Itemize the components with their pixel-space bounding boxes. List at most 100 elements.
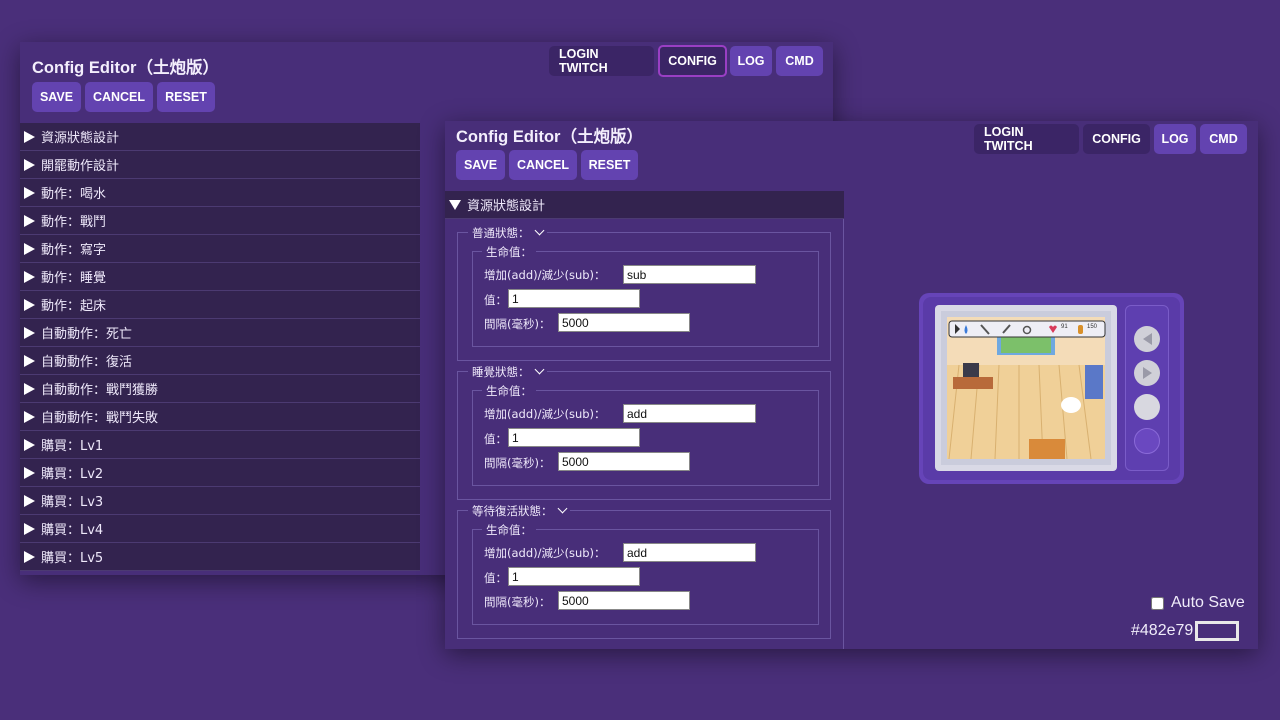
section-header[interactable]: 購買：Lv4	[20, 515, 420, 543]
interval-input[interactable]	[558, 313, 690, 332]
value-label: 值：	[484, 432, 507, 446]
section-label: 自動動作：戰鬥獲勝	[41, 383, 159, 398]
triangle-right-icon	[24, 214, 35, 227]
state-panel: 普通狀態： 生命值： 增加(add)/減少(sub)： 值： 間隔(毫秒)：	[457, 225, 831, 361]
save-button[interactable]: SAVE	[32, 82, 81, 112]
section-header[interactable]: 動作：喝水	[20, 179, 420, 207]
triangle-right-icon	[24, 550, 35, 563]
triangle-right-icon	[24, 130, 35, 143]
stat-group: 生命值： 增加(add)/減少(sub)： 值： 間隔(毫秒)：	[472, 244, 819, 347]
state-name: 普通狀態：	[472, 226, 530, 240]
section-label: 開罷動作設計	[41, 159, 120, 174]
triangle-right-icon	[24, 466, 35, 479]
config-tab-button[interactable]: CONFIG	[658, 45, 727, 77]
chevron-down-icon[interactable]	[557, 503, 567, 513]
stat-group: 生命值： 增加(add)/減少(sub)： 值： 間隔(毫秒)：	[472, 383, 819, 486]
section-label: 自動動作：復活	[41, 355, 133, 370]
log-tab-button[interactable]: LOG	[1154, 124, 1196, 154]
interval-label: 間隔(毫秒)：	[484, 317, 551, 331]
op-label: 增加(add)/減少(sub)：	[484, 546, 606, 560]
coin-count: 150	[1087, 324, 1098, 330]
section-header[interactable]: 動作：起床	[20, 291, 420, 319]
chevron-down-icon[interactable]	[534, 364, 544, 374]
section-header[interactable]: 購買：Lv5	[20, 543, 420, 571]
color-swatch[interactable]	[1195, 621, 1240, 641]
stat-group-name: 生命值：	[482, 244, 536, 260]
section-header[interactable]: 自動動作：死亡	[20, 319, 420, 347]
section-label: 資源狀態設計	[41, 131, 120, 146]
triangle-right-icon	[24, 410, 35, 423]
section-header[interactable]: 資源狀態設計	[20, 123, 420, 151]
triangle-right-icon	[24, 298, 35, 311]
value-label: 值：	[484, 571, 507, 585]
op-input[interactable]	[623, 543, 756, 562]
value-input[interactable]	[508, 567, 640, 586]
section-header[interactable]: 動作：戰鬥	[20, 207, 420, 235]
auto-save-checkbox[interactable]	[1151, 596, 1164, 610]
save-button[interactable]: SAVE	[456, 150, 505, 180]
cancel-button[interactable]: CANCEL	[509, 150, 577, 180]
section-header[interactable]: 自動動作：戰鬥失敗	[20, 403, 420, 431]
stat-group-name: 生命值：	[482, 522, 536, 538]
state-legend[interactable]: 睡覺狀態：	[468, 364, 547, 380]
section-header[interactable]: 自動動作：復活	[20, 347, 420, 375]
section-label: 資源狀態設計	[467, 199, 546, 214]
value-input[interactable]	[508, 428, 640, 447]
reset-button[interactable]: RESET	[157, 82, 215, 112]
op-input[interactable]	[623, 404, 756, 423]
triangle-right-icon	[1142, 367, 1152, 379]
reset-button[interactable]: RESET	[581, 150, 638, 180]
value-label: 值：	[484, 293, 507, 307]
cancel-button[interactable]: CANCEL	[85, 82, 153, 112]
section-header[interactable]: 動作：寫字	[20, 235, 420, 263]
action-button[interactable]	[1134, 394, 1160, 420]
section-label: 動作：睡覺	[41, 271, 107, 286]
chevron-down-icon[interactable]	[534, 225, 544, 235]
section-header[interactable]: 自動動作：戰鬥獲勝	[20, 375, 420, 403]
triangle-down-icon	[449, 199, 461, 210]
op-input[interactable]	[623, 265, 756, 284]
section-header[interactable]: 購買：Lv3	[20, 487, 420, 515]
menu-button[interactable]	[1134, 428, 1160, 454]
value-input[interactable]	[508, 289, 640, 308]
section-header[interactable]: 動作：睡覺	[20, 263, 420, 291]
pet-device: 91 150	[919, 293, 1184, 484]
interval-label: 間隔(毫秒)：	[484, 456, 551, 470]
triangle-right-icon	[24, 158, 35, 171]
state-legend[interactable]: 普通狀態：	[468, 225, 547, 241]
left-arrow-button[interactable]	[1134, 326, 1160, 352]
section-header[interactable]: 購買：Lv1	[20, 431, 420, 459]
state-panel: 等待復活狀態： 生命值： 增加(add)/減少(sub)： 值： 間隔(毫秒)：	[457, 503, 831, 639]
triangle-left-icon	[1142, 333, 1152, 345]
section-label: 動作：起床	[41, 299, 107, 314]
login-twitch-button[interactable]: LOGIN TWITCH	[549, 46, 654, 76]
log-tab-button[interactable]: LOG	[730, 46, 772, 76]
state-name: 睡覺狀態：	[472, 365, 530, 379]
window-title: Config Editor（土炮版）	[456, 128, 643, 146]
op-label: 增加(add)/減少(sub)：	[484, 268, 606, 282]
section-label: 動作：戰鬥	[41, 215, 107, 230]
bg-color-label: #482e79	[1131, 622, 1194, 639]
triangle-right-icon	[24, 494, 35, 507]
stat-group: 生命值： 增加(add)/減少(sub)： 值： 間隔(毫秒)：	[472, 522, 819, 625]
triangle-right-icon	[24, 438, 35, 451]
cmd-tab-button[interactable]: CMD	[1200, 124, 1247, 154]
interval-input[interactable]	[558, 591, 690, 610]
interval-label: 間隔(毫秒)：	[484, 595, 551, 609]
heart-count: 91	[1061, 324, 1068, 330]
right-arrow-button[interactable]	[1134, 360, 1160, 386]
section-header[interactable]: 購買：Lv2	[20, 459, 420, 487]
interval-input[interactable]	[558, 452, 690, 471]
state-legend[interactable]: 等待復活狀態：	[468, 503, 570, 519]
triangle-right-icon	[24, 354, 35, 367]
section-header[interactable]: 開罷動作設計	[20, 151, 420, 179]
login-twitch-button[interactable]: LOGIN TWITCH	[974, 124, 1079, 154]
section-header-resource-state[interactable]: 資源狀態設計	[445, 191, 844, 219]
triangle-right-icon	[24, 326, 35, 339]
bg-color-picker: #482e79	[1131, 621, 1240, 641]
config-tab-button[interactable]: CONFIG	[1083, 124, 1150, 154]
state-panel: 睡覺狀態： 生命值： 增加(add)/減少(sub)： 值： 間隔(毫秒)：	[457, 364, 831, 500]
auto-save-toggle[interactable]: Auto Save	[1151, 594, 1245, 612]
cmd-tab-button[interactable]: CMD	[776, 46, 823, 76]
triangle-right-icon	[24, 270, 35, 283]
